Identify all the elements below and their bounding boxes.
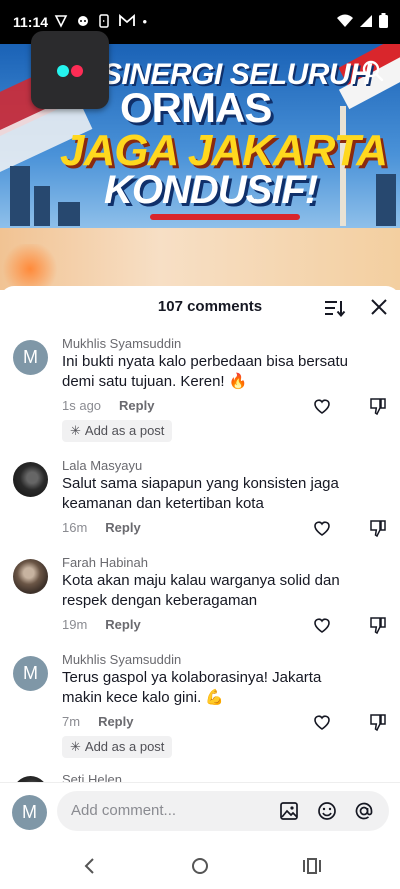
video-lower-frame xyxy=(0,228,400,290)
image-icon[interactable] xyxy=(279,801,299,821)
comment-time: 19m xyxy=(62,617,88,632)
add-as-post-chip[interactable]: ✳ Add as a post xyxy=(62,420,173,442)
comments-sheet: 107 comments M Mukhlis Syamsuddin Ini bu… xyxy=(0,286,400,889)
recents-icon[interactable] xyxy=(302,856,322,876)
close-icon[interactable] xyxy=(368,296,390,318)
back-icon[interactable] xyxy=(80,856,100,876)
reply-button[interactable]: Reply xyxy=(105,520,140,535)
fire-glow xyxy=(0,244,60,290)
wifi-icon xyxy=(337,14,353,27)
gmail-icon xyxy=(118,14,135,26)
comment-username[interactable]: Mukhlis Syamsuddin xyxy=(62,652,181,667)
notification-dot: • xyxy=(142,14,152,29)
like-heart-icon[interactable] xyxy=(312,615,332,635)
avatar[interactable]: M xyxy=(13,340,48,375)
reply-button[interactable]: Reply xyxy=(98,714,133,729)
comment-input[interactable]: Add comment... xyxy=(57,791,389,831)
reply-button[interactable]: Reply xyxy=(105,617,140,632)
mention-icon[interactable] xyxy=(354,801,374,821)
app-dot-pink xyxy=(71,65,83,77)
app-dot-cyan xyxy=(57,65,69,77)
comment-text: Kota akan maju kalau warganya solid dan … xyxy=(62,572,340,609)
comment-username[interactable]: Mukhlis Syamsuddin xyxy=(62,336,181,351)
banner-headline-2: ORMAS xyxy=(120,84,272,131)
like-heart-icon[interactable] xyxy=(312,518,332,538)
comment-meta: 19m Reply xyxy=(62,617,141,632)
comment-time: 16m xyxy=(62,520,88,535)
comment-text: Terus gaspol ya kolaborasinya! Jakarta m… xyxy=(62,669,322,706)
comment-username[interactable]: Farah Habinah xyxy=(62,555,148,570)
search-icon[interactable] xyxy=(360,58,386,84)
dislike-icon[interactable] xyxy=(368,615,388,635)
chip-label: Add as a post xyxy=(84,739,165,754)
comment-username[interactable]: Seti Helen xyxy=(62,772,122,782)
comment-text: Ini bukti nyata kalo perbedaan bisa bers… xyxy=(62,353,349,390)
comment-meta: 16m Reply xyxy=(62,520,141,535)
banner-underline xyxy=(150,214,300,220)
building-decoration xyxy=(376,174,396,226)
home-icon[interactable] xyxy=(190,856,210,876)
chat-icon xyxy=(77,16,88,26)
my-avatar[interactable]: M xyxy=(12,795,47,830)
building-decoration xyxy=(58,202,80,226)
avatar[interactable]: M xyxy=(13,656,48,691)
asterisk-icon: ✳ xyxy=(70,423,81,438)
chip-label: Add as a post xyxy=(84,423,165,438)
building-decoration xyxy=(34,186,50,226)
avatar[interactable] xyxy=(13,462,48,497)
emoji-icon[interactable] xyxy=(317,801,337,821)
battery-icon xyxy=(379,13,388,28)
app-icon[interactable] xyxy=(31,31,109,109)
sort-icon[interactable] xyxy=(322,296,346,320)
like-heart-icon[interactable] xyxy=(312,396,332,416)
phone-icon xyxy=(99,14,109,28)
signal-icon xyxy=(360,14,372,27)
comment-meta: 7m Reply xyxy=(62,714,133,729)
like-heart-icon[interactable] xyxy=(312,712,332,732)
reply-button[interactable]: Reply xyxy=(119,398,154,413)
avatar[interactable] xyxy=(13,559,48,594)
vpn-icon xyxy=(54,15,68,28)
notification-icons: • xyxy=(54,14,151,29)
building-decoration xyxy=(10,166,30,226)
comment-composer: M Add comment... xyxy=(0,782,400,841)
comment-input-placeholder: Add comment... xyxy=(71,802,177,819)
comment-text: Salut sama siapapun yang konsisten jaga … xyxy=(62,475,339,512)
system-navigation-bar xyxy=(0,842,400,889)
add-as-post-chip[interactable]: ✳ Add as a post xyxy=(62,736,173,758)
dislike-icon[interactable] xyxy=(368,396,388,416)
dislike-icon[interactable] xyxy=(368,518,388,538)
dislike-icon[interactable] xyxy=(368,712,388,732)
status-time: 11:14 xyxy=(13,14,49,30)
comment-time: 7m xyxy=(62,714,81,729)
comment-time: 1s ago xyxy=(62,398,102,413)
comments-list[interactable]: M Mukhlis Syamsuddin Ini bukti nyata kal… xyxy=(0,330,400,782)
banner-headline-4: KONDUSIF! xyxy=(104,168,318,212)
asterisk-icon: ✳ xyxy=(70,739,81,754)
comment-meta: 1s ago Reply xyxy=(62,398,154,413)
system-icons xyxy=(337,13,388,28)
comment-username[interactable]: Lala Masyayu xyxy=(62,458,142,473)
